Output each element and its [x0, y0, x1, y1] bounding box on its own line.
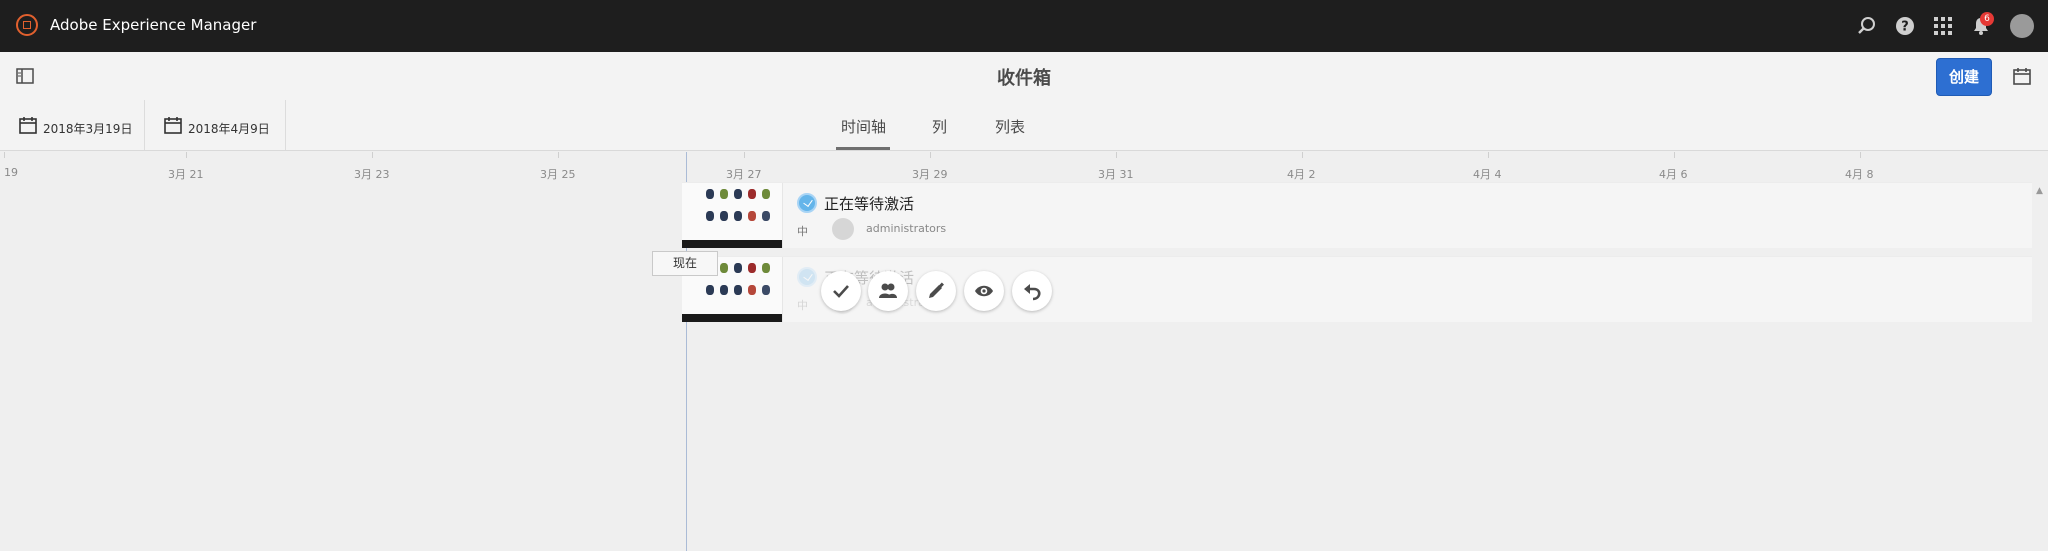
search-icon[interactable]	[1857, 16, 1877, 36]
tick-mark	[1302, 152, 1303, 158]
svg-text:?: ?	[1901, 20, 1909, 35]
timeline-ruler: 19 3月 21 3月 23 3月 25 3月 27 3月 29 3月 31 4…	[0, 152, 2048, 182]
aem-logo-icon[interactable]	[16, 14, 38, 36]
notification-count-badge: 6	[1980, 12, 1994, 26]
tick-label: 3月 27	[726, 168, 762, 181]
item-priority: 中	[797, 299, 808, 312]
tick-mark	[1674, 152, 1675, 158]
tick-label: 3月 31	[1098, 168, 1134, 181]
tick-mark	[1488, 152, 1489, 158]
tick-label: 4月 8	[1845, 168, 1874, 181]
edit-icon	[929, 282, 944, 298]
tick-label: 3月 25	[540, 168, 576, 181]
now-label: 现在	[652, 251, 718, 276]
step-back-action-button[interactable]	[1012, 271, 1052, 311]
item-priority: 中	[797, 225, 808, 238]
start-date-label: 2018年3月19日	[43, 122, 133, 136]
tick-label: 4月 2	[1287, 168, 1316, 181]
tab-columns[interactable]: 列	[932, 116, 947, 137]
workflow-status-icon	[797, 193, 817, 213]
tick-mark	[4, 152, 5, 158]
tick-mark	[372, 152, 373, 158]
app-title[interactable]: Adobe Experience Manager	[50, 16, 256, 34]
item-status: 正在等待激活	[824, 195, 915, 213]
item-assignee: administrators	[866, 222, 947, 235]
shell-header: Adobe Experience Manager ? 6	[0, 0, 2048, 52]
workflow-status-icon	[797, 267, 817, 287]
delegate-action-button[interactable]	[868, 271, 908, 311]
action-bar: 收件箱 创建	[0, 52, 2048, 101]
inbox-item[interactable]: 正在等待激活 中 administrators	[682, 182, 2032, 248]
complete-action-button[interactable]	[821, 271, 861, 311]
tick-label: 3月 21	[168, 168, 204, 181]
help-icon[interactable]: ?	[1895, 16, 1915, 36]
tick-mark	[1116, 152, 1117, 158]
tab-timeline[interactable]: 时间轴	[841, 116, 886, 137]
calendar-icon	[164, 117, 182, 134]
tab-selected-indicator	[836, 147, 890, 150]
tick-label: 4月 4	[1473, 168, 1502, 181]
tick-mark	[744, 152, 745, 158]
check-icon	[833, 285, 849, 298]
start-date-button[interactable]: 2018年3月19日	[0, 100, 145, 150]
assignee-avatar	[832, 218, 854, 240]
item-thumbnail	[682, 183, 783, 248]
view-action-button[interactable]	[964, 271, 1004, 311]
view-toolbar: 2018年3月19日 2018年4月9日 时间轴 列 列表	[0, 100, 2048, 151]
tick-mark	[1860, 152, 1861, 158]
tick-mark	[930, 152, 931, 158]
calendar-icon[interactable]	[2013, 67, 2031, 85]
calendar-icon	[19, 117, 37, 134]
delegate-icon	[879, 283, 897, 298]
end-date-button[interactable]: 2018年4月9日	[145, 100, 286, 150]
page-title: 收件箱	[997, 68, 1051, 89]
view-icon	[975, 285, 993, 297]
tick-label: 3月 23	[354, 168, 390, 181]
end-date-label: 2018年4月9日	[188, 122, 270, 136]
scroll-up-arrow-icon[interactable]: ▲	[2036, 186, 2043, 196]
tick-label: 4月 6	[1659, 168, 1688, 181]
create-button[interactable]: 创建	[1936, 58, 1992, 96]
apps-grid-icon[interactable]	[1933, 16, 1953, 36]
tab-list[interactable]: 列表	[995, 116, 1025, 137]
tick-mark	[186, 152, 187, 158]
tick-label: 3月 29	[912, 168, 948, 181]
undo-icon	[1024, 284, 1041, 301]
user-avatar[interactable]	[2010, 14, 2034, 38]
tick-mark	[558, 152, 559, 158]
tick-label: 19	[4, 166, 18, 179]
edit-action-button[interactable]	[916, 271, 956, 311]
